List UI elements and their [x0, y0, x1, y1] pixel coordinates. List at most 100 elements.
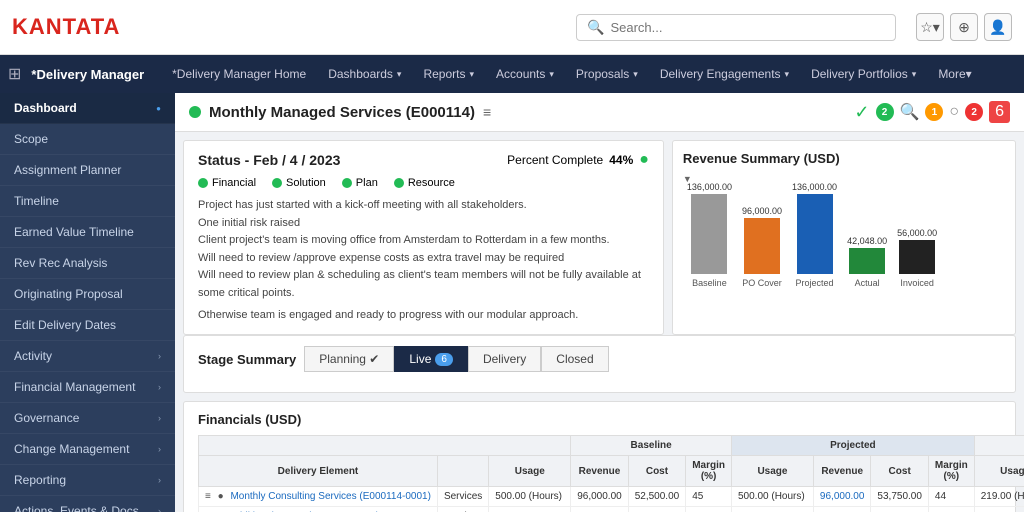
- stage-tab-closed[interactable]: Closed: [541, 346, 608, 372]
- sidebar-item-scope[interactable]: Scope: [0, 124, 175, 155]
- sidebar-label: Scope: [14, 132, 48, 146]
- stage-tabs: Planning ✔ Live 6 Delivery Closed: [304, 346, 608, 372]
- bar-label-bot: Actual: [855, 278, 880, 288]
- bar-label-top: 56,000.00: [897, 228, 937, 238]
- bar-label-top: 42,048.00: [847, 236, 887, 246]
- chevron-down-icon: ▾: [966, 67, 972, 81]
- badge-2-green[interactable]: 2: [876, 103, 894, 121]
- sidebar-label: Rev Rec Analysis: [14, 256, 107, 270]
- status-revenue-row: Status - Feb / 4 / 2023 Percent Complete…: [183, 140, 1016, 335]
- bar-pocover: 96,000.00 PO Cover: [742, 206, 782, 288]
- td-margin-b: [686, 507, 732, 512]
- sidebar-item-dashboard[interactable]: Dashboard: [0, 93, 175, 124]
- plan-label: Plan: [356, 177, 378, 189]
- add-icon-btn[interactable]: ⊕: [950, 13, 978, 41]
- td-type: Services: [437, 487, 488, 507]
- td-margin-p: [928, 507, 974, 512]
- sidebar: Dashboard Scope Assignment Planner Timel…: [0, 93, 175, 512]
- project-title: Monthly Managed Services (E000114): [209, 104, 475, 121]
- stage-tab-planning[interactable]: Planning ✔: [304, 346, 394, 372]
- nav-item-more[interactable]: More ▾: [928, 67, 981, 81]
- td-name: ≡ ● Monthly Consulting Services (E000114…: [199, 487, 438, 507]
- chevron-right-icon: ›: [158, 413, 161, 423]
- indicator-financial: Financial: [198, 177, 256, 189]
- sidebar-label: Originating Proposal: [14, 287, 123, 301]
- sidebar-item-originating-proposal[interactable]: Originating Proposal: [0, 279, 175, 310]
- th-delivery-element: Delivery Element: [199, 456, 438, 487]
- sidebar-item-governance[interactable]: Governance ›: [0, 403, 175, 434]
- td-cost-b: 0.00: [628, 507, 686, 512]
- sidebar-label: Reporting: [14, 473, 66, 487]
- nav-item-proposals[interactable]: Proposals ▾: [566, 55, 648, 93]
- nav-item-dashboards[interactable]: Dashboards ▾: [318, 55, 411, 93]
- resource-dot: [394, 178, 404, 188]
- chevron-down-icon: ▾: [633, 69, 638, 80]
- stage-tab-planning-label: Planning ✔: [319, 352, 379, 366]
- chevron-down-icon: ▾: [912, 69, 917, 80]
- status-text: Project has just started with a kick-off…: [198, 197, 649, 324]
- status-title: Status - Feb / 4 / 2023: [198, 152, 340, 168]
- td-rev-b: 0.00: [571, 507, 629, 512]
- search-bar[interactable]: 🔍: [576, 14, 896, 41]
- nav-item-delivery-engagements[interactable]: Delivery Engagements ▾: [650, 55, 799, 93]
- content-header-left: Monthly Managed Services (E000114) ≡: [189, 104, 491, 121]
- bar-label-bot: PO Cover: [742, 278, 782, 288]
- nav-item-home[interactable]: *Delivery Manager Home: [162, 55, 316, 93]
- orange-btn[interactable]: 6: [989, 101, 1010, 123]
- sidebar-item-activity[interactable]: Activity ›: [0, 341, 175, 372]
- bar-rect: [744, 218, 780, 274]
- sidebar-item-earned-value[interactable]: Earned Value Timeline: [0, 217, 175, 248]
- stage-tab-delivery[interactable]: Delivery: [468, 346, 541, 372]
- td-rev-p: [813, 507, 871, 512]
- bar-projected: 136,000.00 Projected: [792, 182, 837, 288]
- resource-label: Resource: [408, 177, 455, 189]
- sidebar-item-financial-management[interactable]: Financial Management ›: [0, 372, 175, 403]
- chevron-right-icon: ›: [158, 382, 161, 392]
- user-avatar-btn[interactable]: 👤: [984, 13, 1012, 41]
- stage-tab-live[interactable]: Live 6: [394, 346, 468, 372]
- bar-label-bot: Projected: [796, 278, 834, 288]
- search-icon-btn[interactable]: 🔍: [900, 102, 920, 122]
- chevron-right-icon: ›: [158, 475, 161, 485]
- check-icon: ✓: [854, 102, 869, 123]
- search-input[interactable]: [610, 20, 885, 35]
- list-icon[interactable]: ≡: [483, 104, 491, 120]
- financials-table: Baseline Projected Ac Delivery Element U…: [198, 435, 1024, 512]
- circle-icon-btn[interactable]: ○: [949, 103, 959, 121]
- solution-dot: [272, 178, 282, 188]
- td-margin-p: 44: [928, 487, 974, 507]
- col-header-ac: Ac: [974, 436, 1024, 456]
- status-line-3: Client project's team is moving office f…: [198, 232, 649, 250]
- badge-1-orange[interactable]: 1: [925, 103, 943, 121]
- sidebar-label: Timeline: [14, 194, 59, 208]
- bookmark-icon-btn[interactable]: ☆▾: [916, 13, 944, 41]
- percent-value: 44%: [609, 153, 633, 167]
- chevron-down-icon: ▾: [397, 69, 402, 80]
- th-rev-p: Revenue: [813, 456, 871, 487]
- live-badge: 6: [435, 353, 453, 366]
- sidebar-item-actions-events[interactable]: Actions, Events & Docs ›: [0, 496, 175, 512]
- nav-more-label: More: [938, 67, 965, 81]
- nav-item-reports[interactable]: Reports ▾: [413, 55, 484, 93]
- sidebar-item-rev-rec[interactable]: Rev Rec Analysis: [0, 248, 175, 279]
- td-cost-p: 53,750.00: [871, 487, 929, 507]
- percent-green-dot: ●: [639, 151, 649, 169]
- th-type: [437, 456, 488, 487]
- row-link[interactable]: Monthly Consulting Services (E000114-000…: [230, 491, 430, 502]
- nav-item-accounts[interactable]: Accounts ▾: [486, 55, 564, 93]
- nav-item-delivery-portfolios[interactable]: Delivery Portfolios ▾: [801, 55, 926, 93]
- sidebar-item-reporting[interactable]: Reporting ›: [0, 465, 175, 496]
- td-type: Services: [437, 507, 488, 512]
- sidebar-item-assignment-planner[interactable]: Assignment Planner: [0, 155, 175, 186]
- chevron-down-icon: ▾: [549, 69, 554, 80]
- bar-label-bot: Baseline: [692, 278, 727, 288]
- grid-icon[interactable]: ⊞: [8, 64, 21, 84]
- financials-title: Financials (USD): [198, 412, 1001, 427]
- td-margin-b: 45: [686, 487, 732, 507]
- nav-home-label: *Delivery Manager Home: [172, 67, 306, 81]
- badge-2-red[interactable]: 2: [965, 103, 983, 121]
- sidebar-item-change-management[interactable]: Change Management ›: [0, 434, 175, 465]
- financial-label: Financial: [212, 177, 256, 189]
- sidebar-item-timeline[interactable]: Timeline: [0, 186, 175, 217]
- sidebar-item-edit-delivery-dates[interactable]: Edit Delivery Dates: [0, 310, 175, 341]
